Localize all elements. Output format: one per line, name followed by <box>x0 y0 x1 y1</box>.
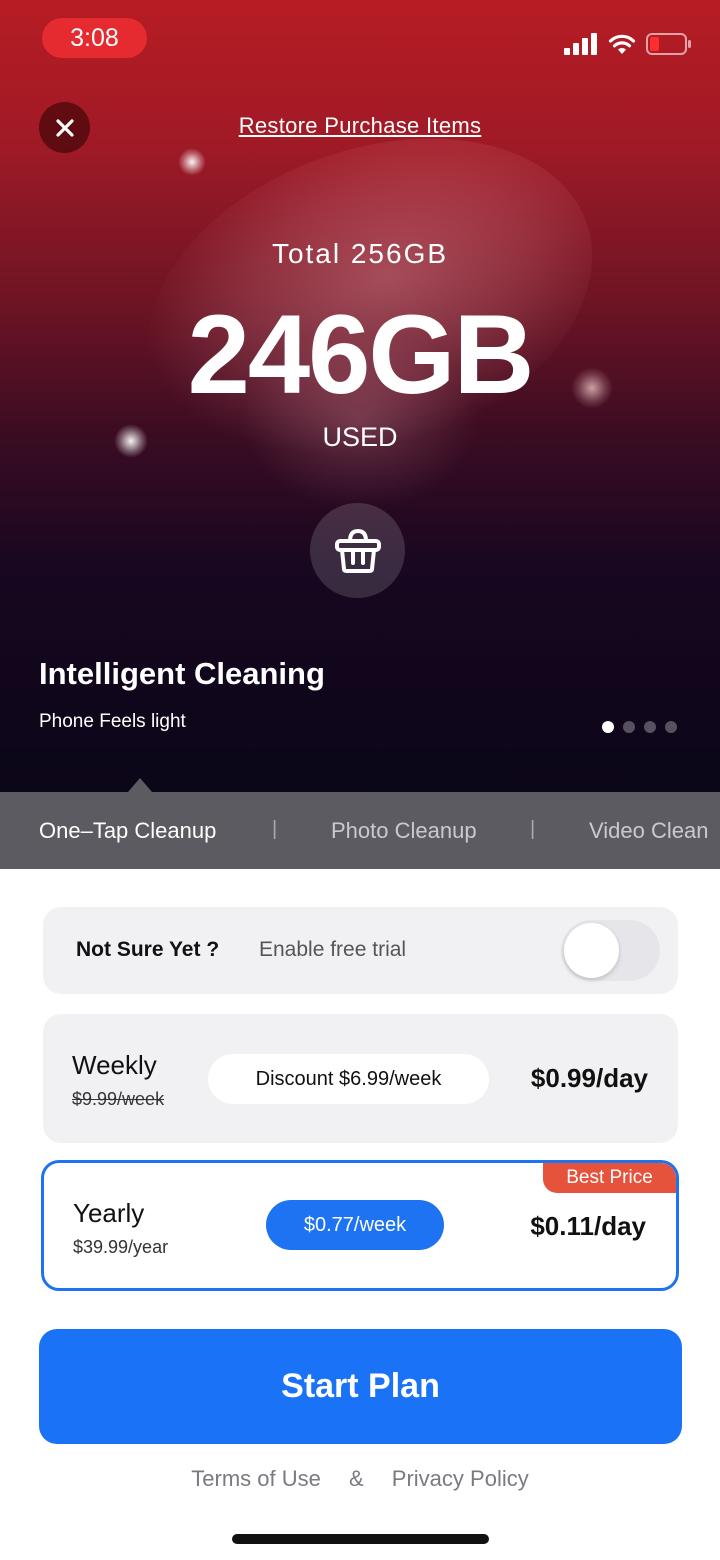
basket-icon <box>334 528 381 573</box>
footer-ampersand: & <box>348 1466 364 1491</box>
plan-yearly[interactable]: Best Price Yearly $39.99/year $0.77/week… <box>41 1160 679 1291</box>
footer-links: Terms of Use & Privacy Policy <box>0 1466 720 1492</box>
plan-price: $39.99/year <box>73 1237 169 1257</box>
status-time: 3:08 <box>42 18 147 58</box>
trial-question: Not Sure Yet ? <box>76 938 220 961</box>
signal-icon <box>564 33 597 55</box>
page-dot[interactable] <box>644 721 656 733</box>
home-indicator[interactable] <box>232 1534 489 1544</box>
status-icons <box>564 30 692 58</box>
plan-weekly[interactable]: Weekly $9.99/week Discount $6.99/week $0… <box>43 1014 678 1143</box>
tab-one-tap-cleanup[interactable]: One–Tap Cleanup <box>39 818 216 844</box>
feature-subtitle: Phone Feels light <box>39 711 186 732</box>
discount-pill: Discount $6.99/week <box>208 1054 489 1104</box>
wifi-icon <box>608 34 636 54</box>
feature-title: Intelligent Cleaning <box>39 656 325 691</box>
feature-tabs: One–Tap Cleanup | Photo Cleanup | Video … <box>0 792 720 869</box>
page-dot[interactable] <box>665 721 677 733</box>
free-trial-toggle[interactable] <box>561 920 660 981</box>
used-storage-value: 246GB <box>187 292 535 417</box>
plan-per-day-price: $0.99/day <box>530 1063 648 1093</box>
page-dot[interactable] <box>623 721 635 733</box>
page-dot[interactable] <box>602 721 614 733</box>
best-price-badge: Best Price <box>543 1163 676 1193</box>
hero-banner: 3:08 Restore Purchase Items Total 256GB … <box>0 0 720 792</box>
tab-separator: | <box>530 818 536 840</box>
page-indicator <box>602 721 677 733</box>
decorative-orb <box>178 148 206 176</box>
battery-icon <box>646 33 691 55</box>
restore-purchase-link[interactable]: Restore Purchase Items <box>0 113 720 139</box>
terms-of-use-link[interactable]: Terms of Use <box>191 1466 321 1491</box>
trial-label: Enable free trial <box>259 938 407 961</box>
plan-name: Weekly <box>72 1050 157 1080</box>
plan-original-price: $9.99/week <box>72 1089 165 1109</box>
tab-separator: | <box>272 818 278 840</box>
toggle-knob <box>564 923 619 978</box>
tab-photo-cleanup[interactable]: Photo Cleanup <box>331 818 477 844</box>
free-trial-row: Not Sure Yet ? Enable free trial <box>43 907 678 994</box>
per-week-pill: $0.77/week <box>266 1200 444 1250</box>
used-storage-label: USED <box>322 422 398 452</box>
start-plan-button[interactable]: Start Plan <box>39 1329 682 1444</box>
privacy-policy-link[interactable]: Privacy Policy <box>392 1466 529 1491</box>
plan-name: Yearly <box>73 1198 145 1228</box>
active-tab-pointer <box>128 778 152 792</box>
plan-per-day-price: $0.11/day <box>530 1211 646 1241</box>
basket-badge <box>310 503 405 598</box>
total-storage-label: Total 256GB <box>271 238 449 269</box>
tab-video-cleanup[interactable]: Video Clean <box>589 818 708 844</box>
